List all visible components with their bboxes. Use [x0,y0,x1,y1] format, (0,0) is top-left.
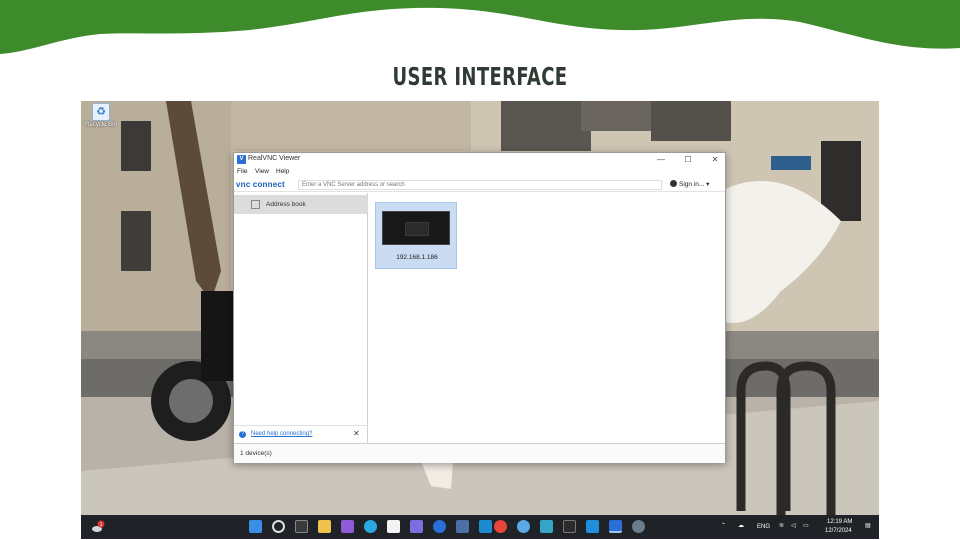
store-icon[interactable] [387,520,400,533]
sidebar-item-address-book[interactable]: Address book [234,195,368,214]
weather-icon: 1 [92,520,105,532]
server-search-input[interactable]: Enter a VNC Server address or search [298,180,662,190]
search-icon[interactable] [272,520,285,533]
device-list: 192.168.1.186 [369,193,725,443]
sign-in-button[interactable]: Sign in... ▾ [670,180,709,188]
menu-view[interactable]: View [255,168,269,175]
device-count: 1 device(s) [240,450,272,457]
address-book-icon [251,200,260,209]
recycle-bin-icon: ♻ [92,103,110,121]
taskbar: 1 ⌃ ☁ ENG ≋ ◁ ▭ 12:19 AM 12/7/2024 ▤ [81,515,879,539]
close-help-icon[interactable]: ✕ [353,429,360,438]
app-icon-notes[interactable] [540,520,553,533]
terminal-icon[interactable] [563,520,576,533]
slide: USER INTERFACE ♻ Recycle Bin V RealVNC V… [0,0,960,540]
file-explorer-icon[interactable] [318,520,331,533]
clock-time[interactable]: 12:19 AM [827,519,852,525]
sign-in-label: Sign in... [679,181,705,188]
maximize-button[interactable]: ☐ [676,153,700,167]
vscode-icon[interactable] [586,520,599,533]
status-bar: 1 device(s) [234,443,725,463]
close-button[interactable]: ✕ [703,153,727,167]
device-address: 192.168.1.186 [396,254,438,261]
recycle-bin-label: Recycle Bin [85,122,117,128]
menu-bar: File View Help [234,167,725,178]
title-bar[interactable]: V RealVNC Viewer — ☐ ✕ [234,153,725,167]
app-icon-globe[interactable] [517,520,530,533]
edge-icon[interactable] [364,520,377,533]
app-icon-purple[interactable] [410,520,423,533]
chevron-up-icon[interactable]: ⌃ [721,522,726,529]
vnc-connect-logo: vnc connect [236,180,285,189]
wifi-icon[interactable]: ≋ [779,522,784,529]
recycle-bin-shortcut[interactable]: ♻ Recycle Bin [83,103,119,128]
device-card[interactable]: 192.168.1.186 [375,202,457,269]
user-icon [670,180,677,187]
search-placeholder: Enter a VNC Server address or search [302,182,405,188]
notification-icon[interactable]: ▤ [865,522,871,529]
realvnc-app-icon: V [237,155,246,164]
slide-title: USER INTERFACE [392,62,568,91]
menu-file[interactable]: File [237,168,247,175]
menu-help[interactable]: Help [276,168,289,175]
battery-icon[interactable]: ▭ [803,522,809,529]
chevron-down-icon: ▾ [706,181,710,188]
app-icon-terminal[interactable] [456,520,469,533]
realvnc-viewer-window: V RealVNC Viewer — ☐ ✕ File View Help vn… [233,152,726,463]
sidebar-item-label: Address book [266,201,306,208]
app-icon-blue[interactable] [433,520,446,533]
chrome-icon[interactable] [494,520,507,533]
minimize-button[interactable]: — [649,153,673,167]
green-wave-banner [0,0,960,54]
language-indicator[interactable]: ENG [757,524,770,530]
system-tray: ⌃ ☁ ENG ≋ ◁ ▭ 12:19 AM 12/7/2024 ▤ [721,515,879,539]
start-icon[interactable] [249,520,262,533]
volume-icon[interactable]: ◁ [791,522,796,529]
onedrive-icon[interactable]: ☁ [738,522,744,529]
help-icon: ? [239,431,246,438]
app-icon-photos[interactable] [479,520,492,533]
window-title: RealVNC Viewer [248,155,301,162]
svg-text:1: 1 [100,522,103,528]
settings-gear-icon[interactable] [632,520,645,533]
clock-date[interactable]: 12/7/2024 [825,528,852,534]
task-view-icon[interactable] [295,520,308,533]
desktop-screenshot: ♻ Recycle Bin V RealVNC Viewer — ☐ ✕ Fil… [81,101,879,539]
weather-widget[interactable]: 1 [91,520,105,534]
copilot-icon[interactable] [341,520,354,533]
help-banner: ? Need help connecting? ✕ [234,425,368,443]
realvnc-taskbar-icon[interactable] [609,520,622,533]
sidebar: Address book ? Need help connecting? ✕ [234,193,368,443]
device-thumbnail [382,211,450,245]
help-link[interactable]: Need help connecting? [251,431,312,437]
toolbar: vnc connect Enter a VNC Server address o… [234,178,725,192]
